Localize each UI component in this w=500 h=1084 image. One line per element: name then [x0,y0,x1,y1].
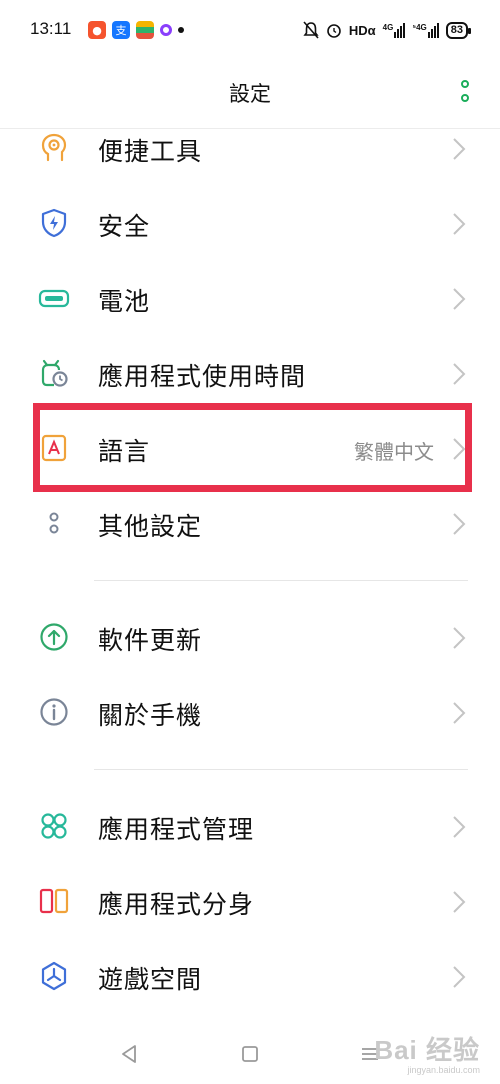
settings-item-label: 關於手機 [98,701,203,730]
settings-item-label: 應用程式使用時間 [98,362,307,391]
battery-icon: 83 [445,21,472,39]
settings-item-software-update[interactable]: 軟件更新 [0,601,500,675]
software-update-icon [38,621,70,653]
chevron-right-icon [452,626,466,650]
signal-strength-icon-2: ⁵4G [412,22,439,38]
chevron-right-icon [452,212,466,236]
more-notifications-dot-icon [178,27,184,33]
notification-icons: ● 支 [88,20,184,40]
chevron-right-icon [452,701,466,725]
chevron-right-icon [452,815,466,839]
app-clone-icon [38,885,70,917]
chevron-right-icon [452,965,466,989]
highlight-annotation-box [33,403,472,492]
chevron-right-icon [452,137,466,161]
settings-item-other-settings[interactable]: 其他設定 [0,487,500,561]
settings-item-about-phone[interactable]: 關於手機 [0,676,500,750]
app-management-icon [38,810,70,842]
settings-item-security[interactable]: 安全 [0,187,500,261]
watermark-logo-text: Bai 经验 [374,1035,480,1065]
settings-item-label: 便捷工具 [98,137,203,166]
back-button[interactable] [117,1042,141,1066]
home-button[interactable] [238,1042,262,1066]
chevron-right-icon [452,362,466,386]
chevron-right-icon [452,890,466,914]
shield-icon [38,207,70,239]
screen-time-icon [38,357,70,389]
status-time: 13:11 [30,19,72,38]
wallet-app-icon [136,21,154,39]
settings-item-app-usage-time[interactable]: 應用程式使用時間 [0,337,500,411]
weibo-app-icon: ● [88,21,106,39]
info-icon [38,696,70,728]
more-options-button[interactable] [458,80,472,108]
settings-item-game-space[interactable]: 遊戲空間 [0,940,500,1014]
chevron-right-icon [452,512,466,536]
signal-strength-icon-1: 4G [383,22,406,38]
convenience-tools-icon [38,132,70,164]
other-settings-icon [38,507,70,539]
settings-item-label: 應用程式分身 [98,890,255,919]
hd-voice-label: HDα [348,22,376,38]
settings-item-app-clone[interactable]: 應用程式分身 [0,865,500,939]
mute-bell-icon [303,21,319,39]
app-ring-icon [160,24,172,36]
chevron-right-icon [452,287,466,311]
settings-item-app-management[interactable]: 應用程式管理 [0,790,500,864]
settings-item-convenience-tools[interactable]: 便捷工具 [0,112,500,186]
settings-item-label: 應用程式管理 [98,815,255,844]
system-status-icons: HDα 4G ⁵4G 83 [303,19,472,41]
more-dot-icon [461,94,469,102]
alipay-app-icon: 支 [112,21,130,39]
settings-item-label: 電池 [98,287,151,316]
back-triangle-icon [122,1045,136,1063]
settings-item-label: 軟件更新 [98,626,203,655]
section-divider [94,769,468,770]
baidu-jingyan-watermark: Bai 经验 jingyan.baidu.com [374,1030,480,1075]
page-title: 設定 [229,82,271,106]
more-dot-icon [461,80,469,88]
settings-item-label: 遊戲空間 [98,965,203,994]
home-square-icon [242,1046,258,1062]
battery-icon [38,282,70,314]
section-divider [94,580,468,581]
settings-item-battery[interactable]: 電池 [0,262,500,336]
alarm-clock-icon [327,24,341,38]
settings-item-label: 安全 [98,212,151,241]
settings-item-label: 其他設定 [98,512,203,541]
game-space-icon [38,960,70,992]
status-bar: 13:11 ● 支 HDα 4G ⁵4G 83 [0,0,500,62]
